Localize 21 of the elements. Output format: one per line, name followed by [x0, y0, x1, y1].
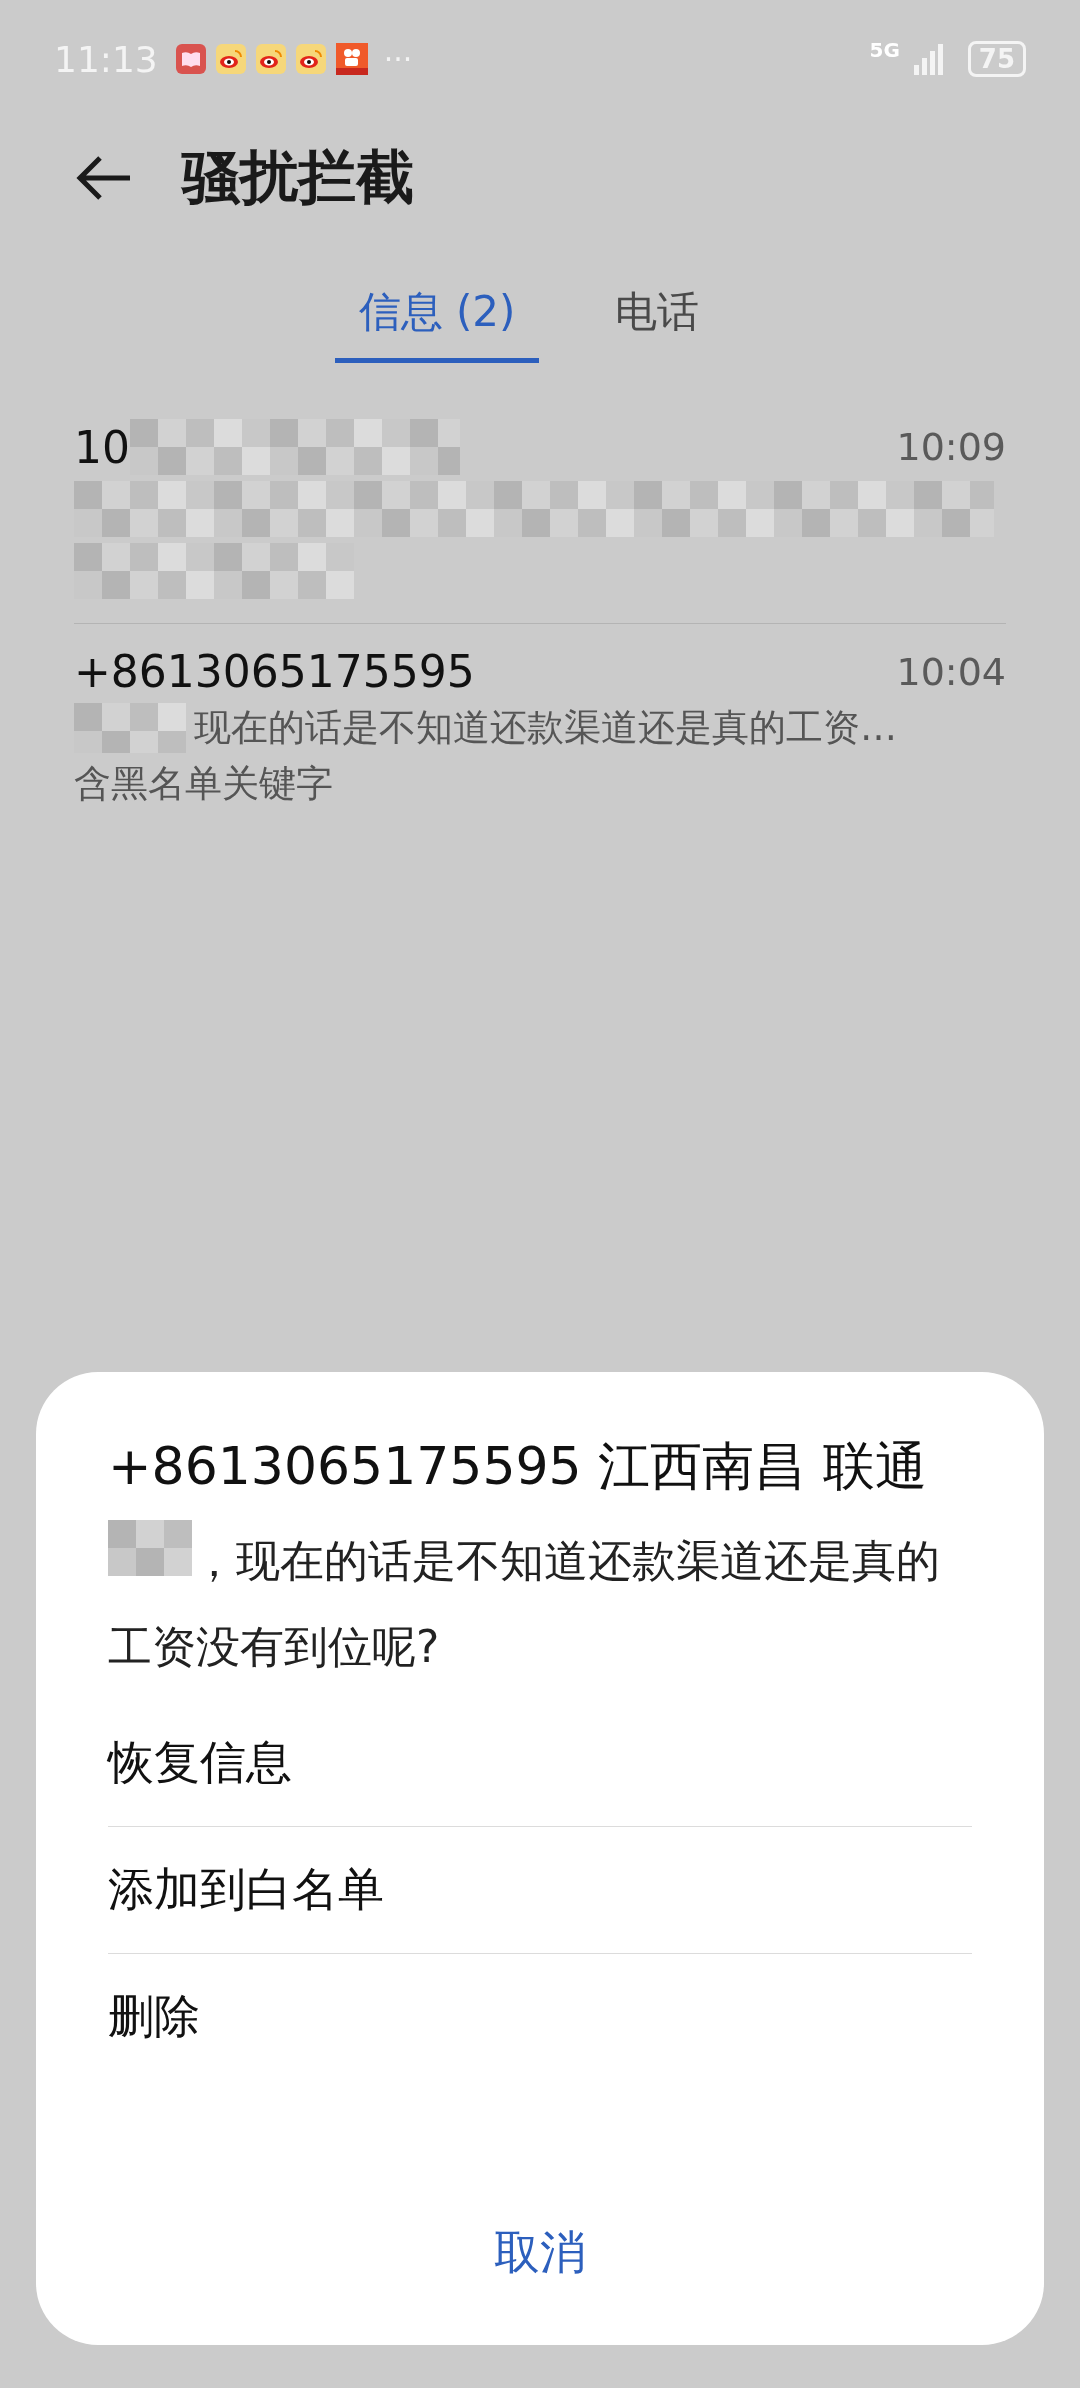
menu-item[interactable]: 恢复信息: [108, 1700, 972, 1827]
video-camera-icon: [335, 43, 368, 75]
message-body: ，现在的话是不知道还款渠道还是真的工资没有到位呢?: [108, 1518, 972, 1690]
block-reason: 含黑名单关键字: [74, 761, 333, 807]
menu-item[interactable]: 添加到白名单: [108, 1827, 972, 1954]
book-icon: [175, 44, 206, 74]
tab[interactable]: 电话: [591, 272, 724, 363]
menu-item[interactable]: 删除: [108, 1954, 972, 2080]
more-notifications: ···: [383, 41, 413, 77]
tab[interactable]: 信息 (2): [334, 272, 540, 363]
page-title: 骚扰拦截: [182, 142, 414, 213]
message-time: 10:04: [896, 649, 1006, 694]
weibo-eye-icon: [255, 44, 286, 74]
dialog-title: +8613065175595 江西南昌 联通: [108, 1435, 928, 1498]
message-time: 10:09: [896, 425, 1006, 469]
weibo-eye-icon: [295, 44, 326, 74]
message-preview: 现在的话是不知道还款渠道还是真的工资…: [194, 705, 897, 751]
sender-number: 10: [74, 421, 130, 473]
weibo-eye-icon: [215, 44, 246, 74]
sender-number: +8613065175595: [74, 646, 475, 697]
cancel-button[interactable]: 取消: [488, 2221, 592, 2285]
